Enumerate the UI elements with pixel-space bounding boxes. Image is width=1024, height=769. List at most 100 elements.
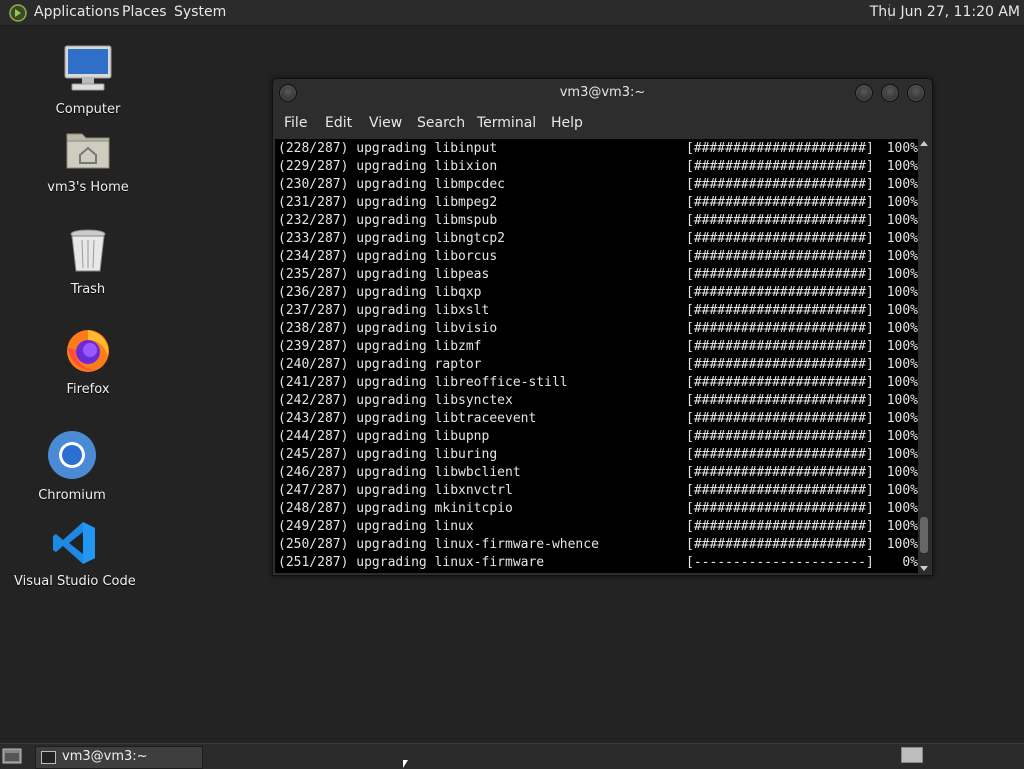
line-counter: (232/287)	[278, 213, 349, 228]
progress-percent: 100%	[886, 411, 918, 426]
menu-file[interactable]: File	[284, 115, 307, 131]
progress-percent: 100%	[886, 357, 918, 372]
progress-percent: 100%	[886, 447, 918, 462]
window-titlebar[interactable]: vm3@vm3:~	[273, 79, 932, 109]
desktop-icon-trash[interactable]: Trash	[48, 228, 128, 297]
progress-percent: 100%	[886, 465, 918, 480]
progress-percent: 100%	[886, 159, 918, 174]
maximize-button[interactable]	[881, 84, 899, 102]
desktop-icon-label: Chromium	[38, 488, 106, 503]
progress-bar: [######################]	[686, 537, 874, 552]
menu-applications[interactable]: Applications	[34, 0, 120, 25]
terminal-window[interactable]: vm3@vm3:~ File Edit View Search Terminal…	[272, 78, 933, 576]
progress-bar: [######################]	[686, 177, 874, 192]
line-text: upgrading libpeas	[356, 267, 490, 282]
desktop-icon-label: Firefox	[66, 382, 110, 397]
workspace-switcher[interactable]	[901, 747, 923, 763]
line-text: upgrading libngtcp2	[356, 231, 505, 246]
terminal-line: (244/287) upgrading libupnp [############…	[278, 428, 918, 446]
terminal-line: (238/287) upgrading libvisio [###########…	[278, 320, 918, 338]
line-text: upgrading libxslt	[356, 303, 490, 318]
desktop-icon-firefox[interactable]: Firefox	[48, 326, 128, 397]
progress-bar: [######################]	[686, 357, 874, 372]
desktop-icon-home[interactable]: vm3's Home	[43, 128, 133, 195]
progress-percent: 100%	[886, 537, 918, 552]
terminal-line: (245/287) upgrading liburing [###########…	[278, 446, 918, 464]
line-counter: (237/287)	[278, 303, 349, 318]
desktop-icon-vscode[interactable]: Visual Studio Code	[14, 520, 136, 589]
terminal-line: (246/287) upgrading libwbclient [########…	[278, 464, 918, 482]
line-counter: (248/287)	[278, 501, 349, 516]
terminal-line: (247/287) upgrading libxnvctrl [#########…	[278, 482, 918, 500]
menu-search[interactable]: Search	[417, 115, 465, 131]
terminal-scrollbar[interactable]	[918, 139, 930, 573]
progress-bar: [######################]	[686, 465, 874, 480]
terminal-line: (243/287) upgrading libtraceevent [######…	[278, 410, 918, 428]
terminal-line: (232/287) upgrading libmspub [###########…	[278, 212, 918, 230]
terminal-line: (234/287) upgrading liborcus [###########…	[278, 248, 918, 266]
home-folder-icon	[66, 133, 110, 169]
chromium-icon	[48, 431, 96, 479]
scroll-up-icon[interactable]	[920, 141, 928, 146]
line-text: upgrading mkinitcpio	[356, 501, 513, 516]
progress-bar: [######################]	[686, 213, 874, 228]
show-desktop-icon[interactable]	[2, 748, 22, 764]
firefox-icon	[67, 330, 109, 372]
line-text: upgrading libsynctex	[356, 393, 513, 408]
terminal-line: (250/287) upgrading linux-firmware-whenc…	[278, 536, 918, 554]
menu-edit[interactable]: Edit	[325, 115, 352, 131]
progress-bar: [######################]	[686, 267, 874, 282]
desktop-icon-label: vm3's Home	[47, 180, 129, 195]
menu-places[interactable]: Places	[122, 0, 167, 25]
line-text: upgrading raptor	[356, 357, 482, 372]
line-counter: (249/287)	[278, 519, 349, 534]
computer-icon	[64, 45, 112, 91]
progress-bar: [######################]	[686, 501, 874, 516]
desktop-icon-label: Trash	[70, 282, 106, 297]
clock[interactable]: Thu Jun 27, 11:20 AM	[870, 0, 1020, 25]
terminal-line: (233/287) upgrading libngtcp2 [##########…	[278, 230, 918, 248]
line-counter: (243/287)	[278, 411, 349, 426]
terminal-line: (235/287) upgrading libpeas [############…	[278, 266, 918, 284]
progress-percent: 100%	[886, 249, 918, 264]
line-text: upgrading libzmf	[356, 339, 482, 354]
menu-view[interactable]: View	[369, 115, 402, 131]
progress-percent: 100%	[886, 393, 918, 408]
line-counter: (251/287)	[278, 555, 349, 570]
line-text: upgrading libupnp	[356, 429, 490, 444]
line-text: upgrading libixion	[356, 159, 498, 174]
progress-bar: [----------------------]	[686, 555, 874, 570]
menu-terminal[interactable]: Terminal	[477, 115, 536, 131]
minimize-button[interactable]	[855, 84, 873, 102]
desktop-icon-computer[interactable]: Computer	[48, 44, 128, 117]
terminal-line: (231/287) upgrading libmpeg2 [###########…	[278, 194, 918, 212]
mate-logo-icon[interactable]	[9, 4, 27, 22]
progress-percent: 100%	[886, 321, 918, 336]
line-counter: (245/287)	[278, 447, 349, 462]
terminal-line: (239/287) upgrading libzmf [#############…	[278, 338, 918, 356]
terminal-menubar: File Edit View Search Terminal Help	[273, 111, 932, 137]
line-text: upgrading libmspub	[356, 213, 498, 228]
progress-percent: 0%	[902, 555, 918, 570]
progress-bar: [######################]	[686, 321, 874, 336]
scroll-down-icon[interactable]	[920, 566, 928, 571]
line-text: upgrading linux-firmware-whence	[356, 537, 599, 552]
menu-system[interactable]: System	[174, 0, 226, 25]
taskbar-item-terminal[interactable]: vm3@vm3:~	[35, 746, 203, 769]
bottom-panel: vm3@vm3:~	[0, 743, 1024, 769]
progress-percent: 100%	[886, 267, 918, 282]
progress-bar: [######################]	[686, 519, 874, 534]
line-text: upgrading liborcus	[356, 249, 498, 264]
desktop-icon-chromium[interactable]: Chromium	[32, 430, 112, 503]
mouse-cursor-icon	[403, 760, 408, 768]
terminal-icon	[41, 751, 56, 764]
line-counter: (234/287)	[278, 249, 349, 264]
menu-help[interactable]: Help	[551, 115, 583, 131]
progress-bar: [######################]	[686, 375, 874, 390]
terminal-output[interactable]: (228/287) upgrading libinput [###########…	[275, 139, 918, 573]
line-counter: (233/287)	[278, 231, 349, 246]
line-text: upgrading libmpcdec	[356, 177, 505, 192]
progress-percent: 100%	[886, 501, 918, 516]
scrollbar-thumb[interactable]	[920, 517, 928, 553]
close-button[interactable]	[907, 84, 925, 102]
